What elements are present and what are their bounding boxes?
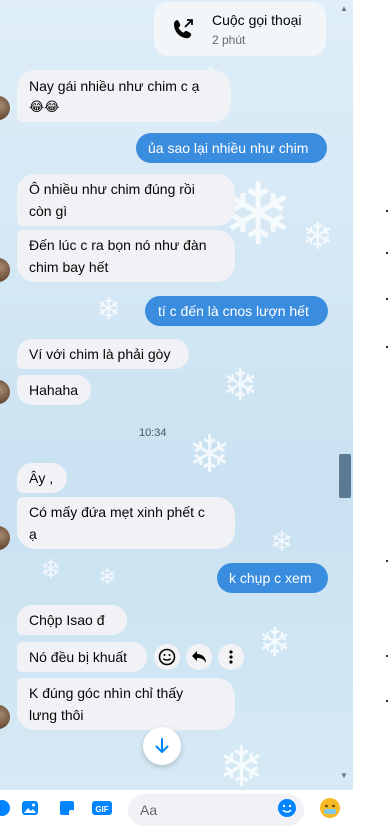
message-bubble-incoming[interactable]: Có mấy đứa mẹt xinh phết c ạ [17, 497, 235, 549]
message-text: Ây , [29, 470, 54, 486]
message-text: tí c đến là cnos lượn hết [158, 303, 309, 319]
message-text: lưng thôi [29, 707, 84, 723]
snowflake-decoration: ❄ [40, 555, 62, 585]
avatar[interactable] [0, 526, 10, 550]
message-bubble-outgoing[interactable]: k chụp c xem [217, 563, 328, 593]
smile-icon [158, 648, 176, 666]
call-card[interactable]: Cuộc gọi thoại 2 phút [154, 2, 326, 56]
emoji-icon [278, 799, 296, 817]
more-vertical-icon [229, 650, 233, 664]
snowflake-decoration: ❄ [302, 214, 334, 258]
more-button[interactable] [218, 644, 244, 670]
snowflake-decoration: ❄ [98, 565, 117, 590]
add-button[interactable] [0, 796, 14, 820]
message-bubble-incoming[interactable]: K đúng góc nhìn chỉ thấy lưng thôi [17, 678, 235, 730]
reply-button[interactable] [186, 644, 212, 670]
image-button[interactable] [18, 796, 42, 820]
gif-icon: GIF [92, 801, 112, 815]
message-bubble-incoming[interactable]: Ây , [17, 463, 67, 493]
scroll-up-arrow[interactable]: ▲ [340, 4, 348, 13]
sticker-icon [60, 801, 74, 815]
snowflake-decoration: ❄ [222, 360, 259, 411]
message-bubble-incoming[interactable]: Ví với chim là phải gòy [17, 339, 189, 369]
call-title: Cuộc gọi thoại [212, 12, 302, 28]
arrow-down-icon [155, 738, 169, 753]
message-bubble-incoming[interactable]: Nó đều bị khuất [17, 642, 147, 672]
plus-circle-icon [0, 800, 10, 816]
avatar[interactable] [0, 258, 10, 282]
timestamp: 10:34 [139, 427, 167, 439]
image-icon [22, 801, 38, 815]
message-text: còn gì [29, 203, 68, 219]
message-bubble-incoming[interactable]: Nay gái nhiều như chim c ạ 😂😂 [17, 70, 231, 122]
message-bubble-incoming[interactable]: Hahaha [17, 375, 91, 405]
message-text: chim bay hết [29, 259, 109, 275]
gif-button[interactable]: GIF [90, 796, 114, 820]
message-text: Nó đều bị khuất [29, 649, 128, 665]
react-button[interactable] [154, 644, 180, 670]
message-text: ạ [29, 526, 37, 542]
message-bubble-outgoing[interactable]: ủa sao lại nhiều như chim [136, 133, 327, 163]
svg-text:GIF: GIF [95, 805, 108, 814]
message-text: k chụp c xem [229, 570, 312, 586]
chat-panel: ❄ ❄ ❄ ❄ ❄ ❄ ❄ ❄ ❄ ❄ ❄ ❄ Cuộc gọi thoại 2… [0, 0, 353, 832]
phone-outgoing-icon [168, 14, 198, 44]
reply-icon [192, 651, 206, 663]
message-text: Đến lúc c ra bọn nó như đàn [29, 237, 207, 253]
message-text: Ví với chim là phải gòy [29, 346, 171, 362]
message-text: Có mấy đứa mẹt xinh phết c [29, 504, 205, 520]
snowflake-decoration: ❄ [96, 292, 122, 327]
message-bubble-incoming[interactable]: Chộp Isao đ [17, 605, 127, 635]
message-bubble-incoming[interactable]: Ô nhiều như chim đúng rồi còn gì [17, 174, 235, 226]
message-bubble-incoming[interactable]: Đến lúc c ra bọn nó như đàn chim bay hết [17, 230, 235, 282]
sticker-button[interactable] [55, 796, 79, 820]
message-text: K đúng góc nhìn chỉ thấy [29, 685, 184, 701]
snowflake-decoration: ❄ [188, 425, 232, 485]
snowflake-decoration: ❄ [270, 525, 294, 558]
message-bubble-outgoing[interactable]: tí c đến là cnos lượn hết [145, 296, 328, 326]
avatar[interactable] [0, 705, 10, 729]
message-text: Hahaha [29, 382, 79, 398]
avatar[interactable] [0, 96, 10, 120]
avatar[interactable] [0, 380, 10, 404]
snowflake-decoration: ❄ [258, 620, 292, 666]
message-text: Chộp Isao đ [29, 612, 105, 628]
message-text: Ô nhiều như chim đúng rồi [29, 181, 195, 197]
call-duration: 2 phút [212, 33, 246, 47]
message-emoji: 😂😂 [29, 100, 60, 115]
scrollbar-track[interactable] [340, 0, 353, 790]
message-input-placeholder: Aa [140, 802, 158, 818]
emoji-button[interactable] [275, 796, 299, 820]
like-emoji-icon [320, 798, 340, 818]
message-text: ủa sao lại nhiều như chim [148, 140, 309, 156]
side-panel [353, 0, 388, 832]
message-text: Nay gái nhiều như chim c ạ [29, 78, 200, 94]
like-emoji-button[interactable] [318, 796, 342, 820]
scroll-to-bottom-button[interactable] [143, 727, 181, 765]
composer-bar: GIF Aa [0, 790, 353, 832]
scrollbar-thumb[interactable] [339, 454, 351, 498]
scroll-down-arrow[interactable]: ▼ [340, 771, 348, 780]
